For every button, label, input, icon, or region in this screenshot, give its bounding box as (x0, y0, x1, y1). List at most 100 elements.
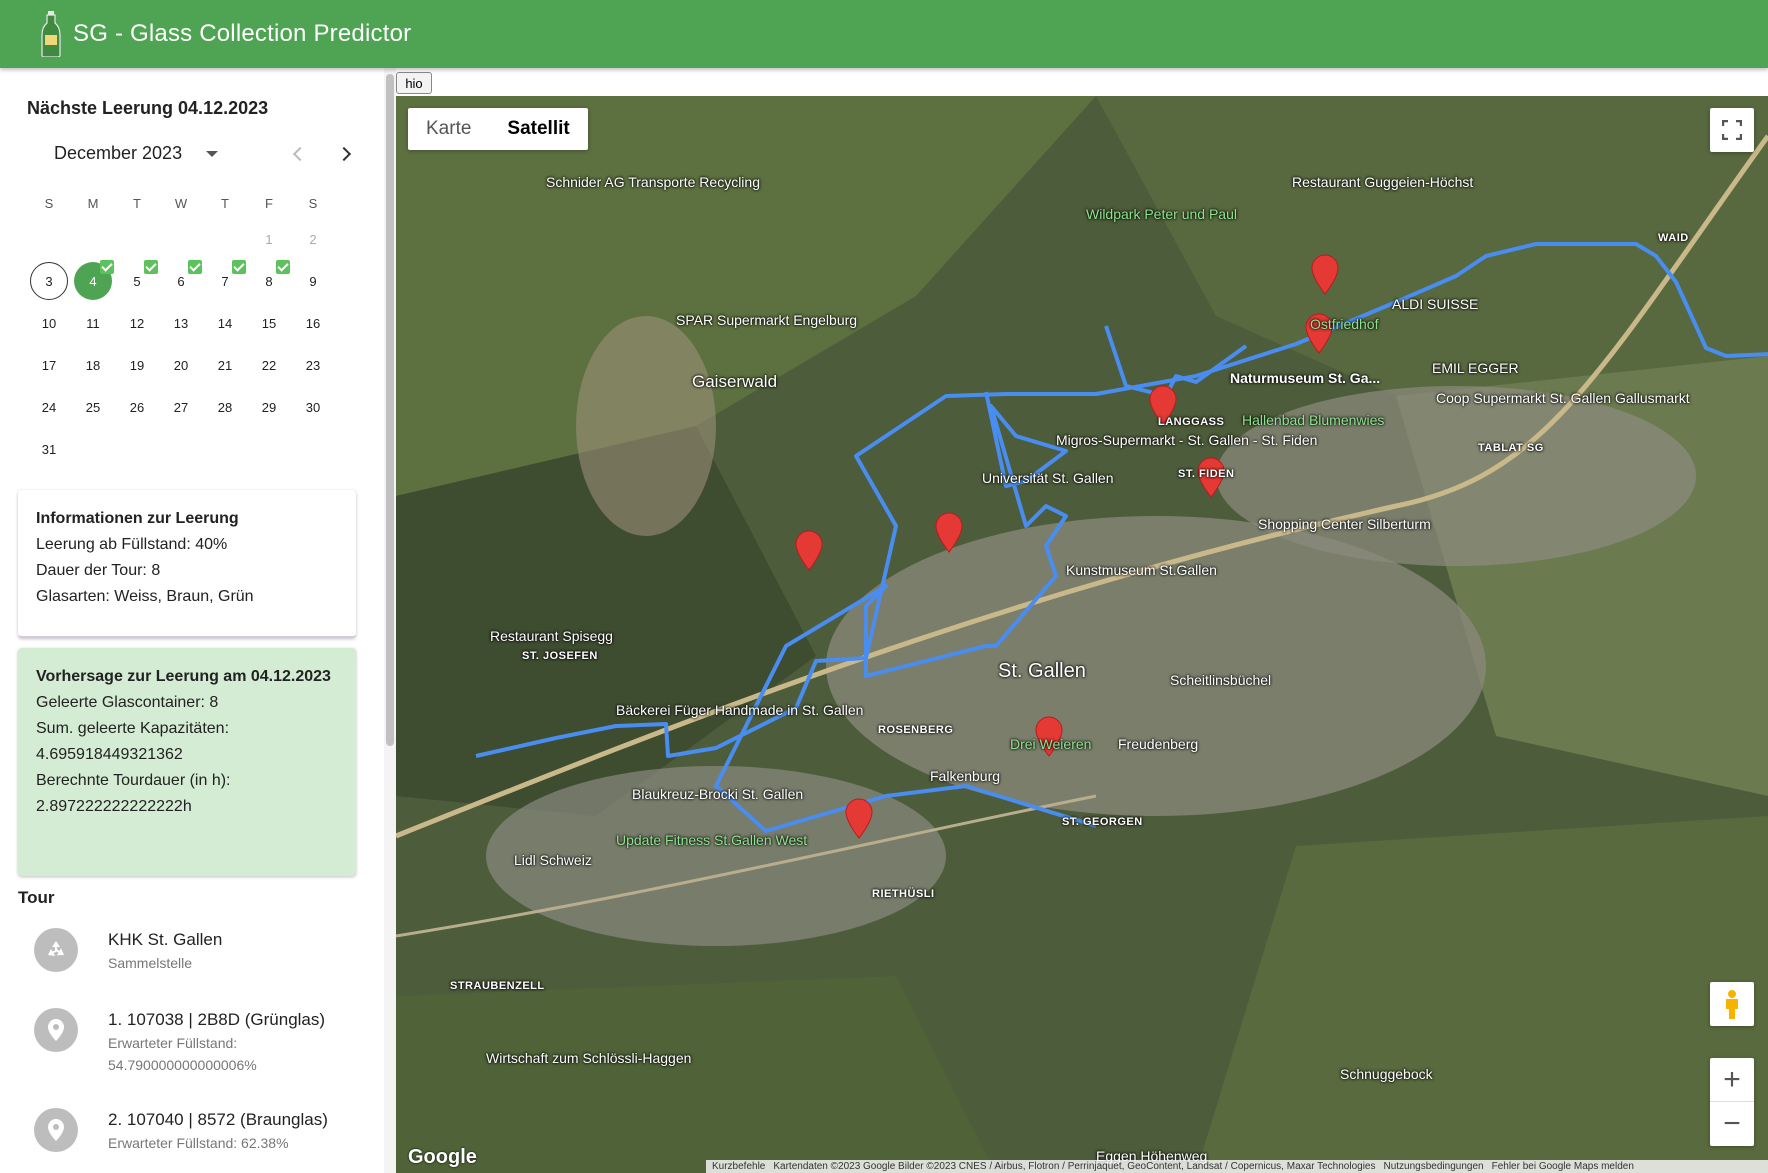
tour-item-primary: 2. 107040 | 8572 (Braunglas) (108, 1110, 328, 1129)
calendar-weekday-row: SMTWTFS (27, 188, 335, 218)
street-view-button[interactable] (1710, 982, 1754, 1026)
checkmark-icon (276, 260, 290, 274)
calendar-day-number: 15 (261, 315, 277, 331)
calendar-day[interactable]: 11 (71, 302, 115, 344)
info-duration: Dauer der Tour: 8 (36, 562, 161, 579)
calendar-day-number: 28 (217, 399, 233, 415)
calendar-day[interactable]: 30 (291, 386, 335, 428)
calendar-day[interactable]: 17 (27, 344, 71, 386)
calendar-day[interactable]: 28 (203, 386, 247, 428)
map-view[interactable]: Schnider AG Transporte Recycling Wildpar… (396, 96, 1768, 1173)
calendar-day[interactable]: 18 (71, 344, 115, 386)
map-label: ROSENBERG (878, 724, 954, 736)
calendar-day[interactable]: 26 (115, 386, 159, 428)
calendar-day[interactable]: 10 (27, 302, 71, 344)
calendar-day-number: 11 (86, 315, 100, 331)
map-label: ST. JOSEFEN (522, 650, 598, 662)
calendar-week-row: 24 25 26 27 28 29 30 (27, 386, 335, 428)
calendar-day[interactable]: 3 (27, 260, 71, 302)
calendar-next-button[interactable] (332, 142, 356, 166)
calendar-day[interactable]: 8 (247, 260, 291, 302)
calendar-day[interactable]: 7 (203, 260, 247, 302)
hio-button[interactable]: hio (396, 72, 432, 94)
calendar-day[interactable]: 5 (115, 260, 159, 302)
calendar-day[interactable]: 25 (71, 386, 115, 428)
calendar-day-number: 3 (30, 262, 68, 300)
zoom-out-button[interactable]: − (1710, 1102, 1754, 1146)
calendar-day[interactable]: 12 (115, 302, 159, 344)
calendar-empty-cell (203, 428, 247, 470)
map-label: Wirtschaft zum Schlössli-Haggen (486, 1050, 692, 1066)
map-label: Wildpark Peter und Paul (1086, 206, 1237, 222)
map-label: Coop Supermarkt St. Gallen Gallusmarkt (1436, 390, 1690, 406)
calendar-day[interactable]: 19 (115, 344, 159, 386)
calendar-day[interactable]: 16 (291, 302, 335, 344)
calendar-weekday: M (87, 195, 99, 211)
prediction-duration-value: 2.897222222222222h (36, 798, 192, 815)
calendar-day-number: 1 (265, 231, 273, 247)
calendar-day[interactable]: 14 (203, 302, 247, 344)
tour-item[interactable]: KHK St. Gallen Sammelstelle (34, 928, 222, 974)
app-title: SG - Glass Collection Predictor (73, 20, 412, 47)
calendar-day[interactable]: 27 (159, 386, 203, 428)
calendar-day[interactable]: 4 (71, 260, 115, 302)
calendar-weekday: S (308, 195, 318, 211)
caret-down-icon[interactable] (206, 150, 219, 157)
calendar-day-number: 17 (41, 357, 57, 373)
map-label: Falkenburg (930, 768, 1001, 784)
calendar-day[interactable]: 2 (291, 218, 335, 260)
calendar-week-row: 12 (27, 218, 335, 260)
calendar-day[interactable]: 21 (203, 344, 247, 386)
map-label: Freudenberg (1118, 736, 1199, 752)
map-label: Blaukreuz-Brocki St. Gallen (632, 786, 804, 802)
calendar-day-number: 27 (173, 399, 189, 415)
calendar-day[interactable]: 23 (291, 344, 335, 386)
zoom-in-button[interactable]: + (1710, 1058, 1754, 1102)
tour-item-secondary: Erwarteter Füllstand: 62.38% (108, 1135, 289, 1151)
calendar-day[interactable]: 13 (159, 302, 203, 344)
tour-item-primary: KHK St. Gallen (108, 930, 223, 949)
map-label: ST. GEORGEN (1062, 816, 1143, 828)
sidebar-scrollbar-thumb[interactable] (386, 74, 394, 746)
shortcuts-link[interactable]: Kurzbefehle (712, 1160, 765, 1173)
terms-link[interactable]: Nutzungsbedingungen (1384, 1160, 1484, 1173)
calendar-day[interactable]: 31 (27, 428, 71, 470)
calendar-month-switch[interactable]: December 2023 (54, 143, 219, 164)
map-type-map-button[interactable]: Karte (408, 108, 489, 150)
recycle-icon (34, 928, 78, 972)
tour-item[interactable]: 2. 107040 | 8572 (Braunglas) Erwarteter … (34, 1108, 328, 1154)
map-label: WAID (1658, 232, 1689, 244)
map-label: Update Fitness St.Gallen West (616, 832, 808, 848)
calendar-week-row: 31 (27, 428, 335, 470)
calendar-day[interactable]: 24 (27, 386, 71, 428)
calendar-day[interactable]: 1 (247, 218, 291, 260)
calendar-prev-button[interactable] (288, 142, 312, 166)
calendar-month-label: December 2023 (54, 143, 183, 163)
checkmark-icon (100, 260, 114, 274)
calendar-day-number: 10 (41, 315, 57, 331)
calendar-empty-cell (71, 428, 115, 470)
calendar-weekday: F (265, 195, 273, 211)
info-card-title: Informationen zur Leerung (36, 510, 239, 527)
map-label: Migros-Supermarkt - St. Gallen - St. Fid… (1056, 432, 1317, 448)
calendar-empty-cell (203, 218, 247, 260)
checkmark-icon (232, 260, 246, 274)
checkmark-icon (144, 260, 158, 274)
calendar-day-number: 29 (261, 399, 277, 415)
report-error-link[interactable]: Fehler bei Google Maps melden (1492, 1160, 1634, 1173)
map-type-satellite-button[interactable]: Satellit (489, 108, 587, 150)
map-label: Naturmuseum St. Ga... (1230, 370, 1381, 386)
calendar-day[interactable]: 29 (247, 386, 291, 428)
calendar-day-number: 2 (309, 231, 317, 247)
calendar-day[interactable]: 22 (247, 344, 291, 386)
calendar-day[interactable]: 6 (159, 260, 203, 302)
map-label: Gaiserwald (692, 372, 778, 391)
calendar-day[interactable]: 15 (247, 302, 291, 344)
calendar-day[interactable]: 20 (159, 344, 203, 386)
calendar-day[interactable]: 9 (291, 260, 335, 302)
tour-item[interactable]: 1. 107038 | 2B8D (Grünglas) Erwarteter F… (34, 1008, 358, 1076)
tour-item-primary: 1. 107038 | 2B8D (Grünglas) (108, 1010, 326, 1029)
map-label: Ostfriedhof (1310, 316, 1379, 332)
fullscreen-button[interactable] (1710, 108, 1754, 152)
prediction-card-title: Vorhersage zur Leerung am 04.12.2023 (36, 668, 331, 685)
